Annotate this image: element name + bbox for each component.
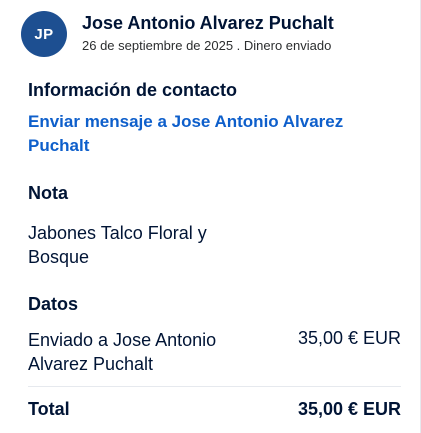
total-label: Total xyxy=(28,399,70,419)
divider xyxy=(28,386,401,387)
send-message-link[interactable]: Enviar mensaje a Jose Antonio Alvarez Pu… xyxy=(28,110,388,158)
transaction-date-status: 26 de septiembre de 2025 . Dinero enviad… xyxy=(82,38,332,53)
sent-amount: 35,00 € EUR xyxy=(297,328,401,348)
sent-to-label: Enviado a Jose Antonio Alvarez Puchalt xyxy=(28,330,217,374)
details-section-title: Datos xyxy=(28,294,79,314)
recipient-name: Jose Antonio Alvarez Puchalt xyxy=(82,13,334,33)
transaction-header: JP Jose Antonio Alvarez Puchalt 26 de se… xyxy=(21,11,401,61)
total-amount: 35,00 € EUR xyxy=(297,399,401,419)
contact-section-title: Información de contacto xyxy=(28,80,238,100)
note-text: Jabones Talco Floral y Bosque xyxy=(28,223,207,267)
note-section-title: Nota xyxy=(28,183,68,203)
avatar: JP xyxy=(21,11,67,57)
